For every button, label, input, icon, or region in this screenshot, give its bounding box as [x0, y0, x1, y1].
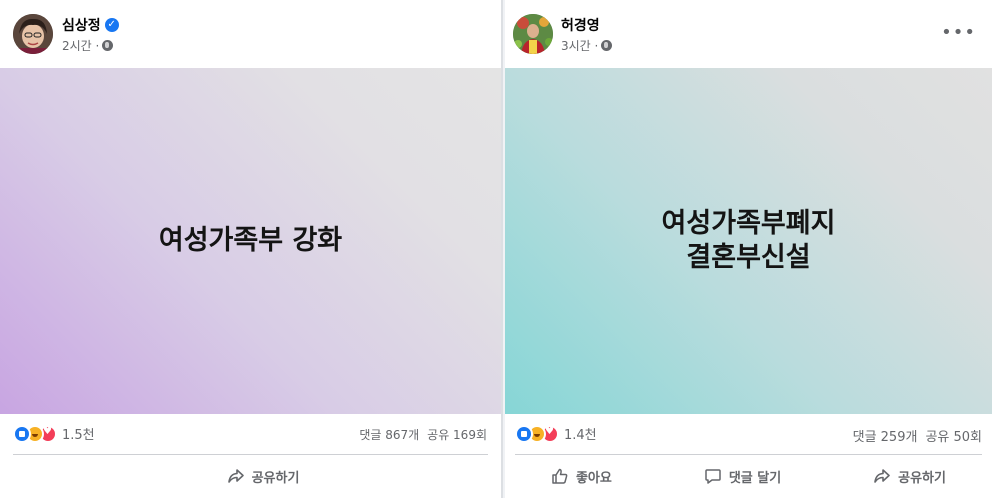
post-header: 허경영 3시간 · ••• — [505, 0, 992, 68]
divider — [13, 454, 488, 455]
share-count[interactable]: 공유 169회 — [427, 426, 487, 443]
share-button-label: 공유하기 — [251, 470, 300, 486]
like-icon — [13, 424, 31, 443]
post-stats: 1.5천 댓글 867개 공유 169회 — [0, 414, 501, 454]
post-actions: 공유하기 — [0, 456, 501, 496]
thumbs-up-icon — [552, 468, 568, 484]
post-text-card: 여성가족부 강화 — [0, 68, 501, 414]
post-card-text: 여성가족부폐지 결혼부신설 — [661, 208, 836, 273]
post-card-left: 심상정 ✓ 2시간 · 여성가족부 강화 1.5천 댓글 867개 공유 169… — [0, 0, 503, 498]
author-name-text[interactable]: 허경영 — [561, 15, 600, 35]
author-name-text[interactable]: 심상정 — [62, 15, 101, 35]
comment-button[interactable]: 댓글 달기 — [704, 467, 781, 486]
share-button[interactable]: 공유하기 — [227, 467, 300, 486]
author-avatar[interactable] — [513, 14, 553, 54]
reaction-count[interactable]: 1.4천 — [564, 424, 597, 443]
reaction-count[interactable]: 1.5천 — [62, 424, 95, 443]
engagement-counts: 댓글 867개 공유 169회 — [359, 426, 487, 443]
author-name[interactable]: 허경영 — [561, 15, 600, 35]
share-count[interactable]: 공유 50회 — [925, 426, 982, 445]
post-card-right: 허경영 3시간 · ••• 여성가족부폐지 결혼부신설 1.4천 댓글 259개… — [505, 0, 992, 498]
post-time[interactable]: 3시간 · — [561, 37, 598, 54]
author-avatar[interactable] — [13, 14, 53, 54]
reactions-summary[interactable]: 1.5천 — [13, 424, 95, 443]
comment-icon — [705, 469, 721, 484]
post-stats: 1.4천 댓글 259개 공유 50회 — [505, 414, 992, 454]
post-card-text: 여성가족부 강화 — [158, 225, 343, 256]
share-button-label: 공유하기 — [898, 470, 946, 486]
globe-icon — [601, 40, 613, 51]
divider — [515, 454, 982, 455]
more-options-icon[interactable]: ••• — [941, 24, 976, 42]
author-name[interactable]: 심상정 ✓ — [62, 15, 119, 35]
comment-count[interactable]: 댓글 867개 — [359, 426, 419, 443]
comment-count[interactable]: 댓글 259개 — [853, 426, 918, 445]
globe-icon — [102, 40, 114, 51]
post-actions: 좋아요 댓글 달기 공유하기 — [505, 456, 992, 496]
reactions-summary[interactable]: 1.4천 — [515, 424, 597, 443]
post-text-card: 여성가족부폐지 결혼부신설 — [505, 68, 992, 414]
comment-button-label: 댓글 달기 — [728, 470, 782, 486]
post-meta: 2시간 · — [62, 37, 114, 54]
avatar-photo-icon — [13, 14, 53, 54]
like-button[interactable]: 좋아요 — [551, 467, 612, 486]
like-button-label: 좋아요 — [575, 470, 612, 486]
post-time[interactable]: 2시간 · — [62, 37, 99, 54]
share-button[interactable]: 공유하기 — [873, 467, 946, 486]
engagement-counts: 댓글 259개 공유 50회 — [853, 426, 982, 445]
like-icon — [515, 424, 533, 443]
post-header: 심상정 ✓ 2시간 · — [0, 0, 501, 68]
share-icon — [227, 469, 244, 483]
verified-badge-icon: ✓ — [104, 18, 119, 32]
post-meta: 3시간 · — [561, 37, 613, 54]
share-icon — [874, 469, 890, 483]
avatar-photo-icon — [513, 14, 553, 54]
